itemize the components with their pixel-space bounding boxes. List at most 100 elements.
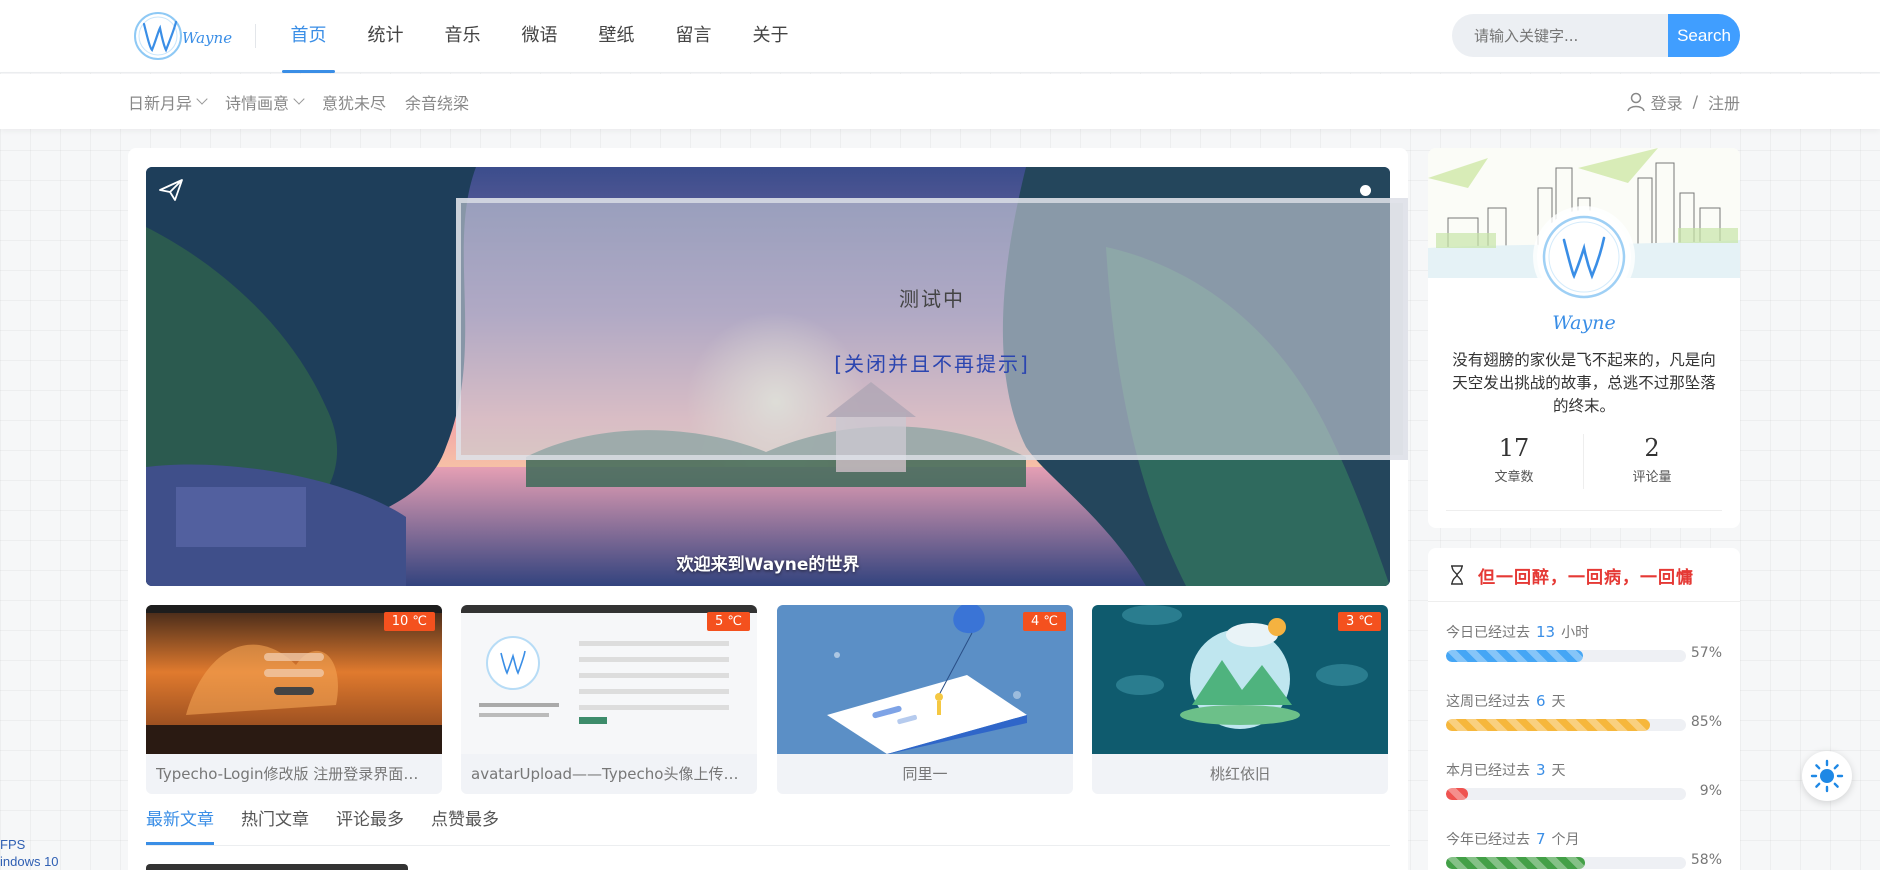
post-title: 同里一 (902, 765, 948, 783)
svg-text:Wayne: Wayne (182, 29, 232, 47)
time-prefix: 这周已经过去 (1446, 694, 1530, 710)
profile-name[interactable]: Wayne (1428, 312, 1740, 334)
notice-title: 测试中 (899, 287, 965, 311)
progress-bar-fill (1446, 788, 1468, 800)
nav-wallpaper[interactable]: 壁纸 (578, 0, 655, 73)
theme-toggle-button[interactable] (1802, 751, 1852, 801)
time-prefix: 今年已经过去 (1446, 832, 1530, 848)
stat-posts-label: 文章数 (1494, 470, 1534, 485)
time-value: 7 (1536, 830, 1546, 848)
chevron-down-icon (293, 93, 305, 105)
carousel-indicator-dot[interactable] (1360, 185, 1371, 196)
stat-comments-label: 评论量 (1632, 470, 1672, 485)
time-prefix: 本月已经过去 (1446, 763, 1530, 779)
stat-divider (1583, 434, 1584, 489)
tab-popular[interactable]: 热门文章 (241, 805, 309, 845)
search-button[interactable]: Search (1668, 14, 1740, 57)
post-thumbnail: 10 ℃ (146, 605, 442, 754)
stat-posts[interactable]: 17 文章数 (1449, 434, 1579, 485)
stat-posts-count: 17 (1498, 434, 1530, 462)
progress-bar-fill (1446, 719, 1650, 731)
login-link[interactable]: 登录 (1651, 90, 1683, 114)
category-yiyou[interactable]: 意犹未尽 (322, 90, 386, 114)
category-shiqing[interactable]: 诗情画意 (225, 90, 305, 114)
featured-post-card[interactable]: 10 ℃ Typecho-Login修改版 注册登录界面美化 (146, 605, 442, 794)
fps-label: FPS (0, 837, 26, 852)
os-label: indows 10 (0, 854, 59, 869)
time-progress-row: 本月已经过去 3 天 9% (1446, 760, 1722, 800)
post-list-thumbnail[interactable] (146, 864, 408, 870)
stat-comments-count: 2 (1644, 434, 1660, 462)
nav-stats[interactable]: 统计 (347, 0, 424, 73)
notice-overlay: 测试中 [关闭并且不再提示] (456, 198, 1408, 460)
featured-post-card[interactable]: 4 ℃ 同里一 (777, 605, 1073, 794)
tab-most-likes[interactable]: 点赞最多 (431, 805, 499, 845)
banner-caption: 欢迎来到Wayne的世界 (676, 555, 860, 575)
tab-most-comments[interactable]: 评论最多 (336, 805, 404, 845)
category-yuyin[interactable]: 余音绕梁 (405, 90, 469, 114)
time-card-title: 但一回醉，一回病，一回慵 (1478, 568, 1694, 588)
progress-bar (1446, 650, 1686, 662)
temperature-badge: 4 ℃ (1022, 612, 1066, 631)
tab-latest[interactable]: 最新文章 (146, 805, 214, 845)
tabs-divider (146, 845, 1390, 846)
time-progress-label: 这周已经过去 6 天 (1446, 691, 1722, 711)
featured-post-card[interactable]: 3 ℃ 桃红依旧 (1092, 605, 1388, 794)
progress-bar (1446, 857, 1686, 869)
search-box: Search (1452, 14, 1740, 57)
post-title: avatarUpload——Typecho头像上传插件 (471, 765, 747, 783)
avatar[interactable] (1537, 210, 1631, 304)
time-value: 3 (1536, 761, 1546, 779)
main-nav: 首页 统计 音乐 微语 壁纸 留言 关于 (270, 0, 809, 73)
paper-plane-icon[interactable] (158, 178, 184, 202)
category-label: 日新月异 (128, 93, 193, 113)
post-thumbnail: 4 ℃ (777, 605, 1073, 754)
chevron-down-icon (196, 93, 208, 105)
post-thumbnail: 5 ℃ (461, 605, 757, 754)
register-link[interactable]: 注册 (1708, 90, 1740, 114)
category-bar: 日新月异 诗情画意 意犹未尽 余音绕梁 登录 / 注册 (0, 74, 1880, 129)
time-value: 13 (1536, 623, 1556, 641)
time-value: 6 (1536, 692, 1546, 710)
nav-music[interactable]: 音乐 (424, 0, 501, 73)
hourglass-icon (1451, 565, 1463, 585)
progress-percent: 9% (1699, 783, 1722, 799)
time-prefix: 今日已经过去 (1446, 625, 1530, 641)
time-progress-row: 今年已经过去 7 个月 58% (1446, 829, 1722, 869)
time-unit: 个月 (1551, 832, 1580, 848)
notice-close-link[interactable]: [关闭并且不再提示] (461, 348, 1403, 377)
featured-post-card[interactable]: 5 ℃ avatarUpload——Typecho头像上传插件 (461, 605, 757, 794)
top-navbar: Wayne 首页 统计 音乐 微语 壁纸 留言 关于 Search (0, 0, 1880, 73)
progress-bar-fill (1446, 650, 1583, 662)
stat-comments[interactable]: 2 评论量 (1587, 434, 1717, 485)
profile-divider (1446, 510, 1722, 511)
progress-percent: 58% (1690, 852, 1722, 868)
user-icon (1626, 92, 1645, 111)
site-logo[interactable]: Wayne (132, 10, 234, 62)
nav-home[interactable]: 首页 (270, 0, 347, 73)
category-rixin[interactable]: 日新月异 (128, 90, 208, 114)
temperature-badge: 5 ℃ (706, 612, 750, 631)
logo-divider (255, 24, 256, 48)
progress-bar (1446, 719, 1686, 731)
user-links: 登录 / 注册 (1626, 74, 1740, 129)
nav-about[interactable]: 关于 (732, 0, 809, 73)
article-tabs: 最新文章 热门文章 评论最多 点赞最多 (146, 805, 526, 845)
progress-percent: 85% (1690, 714, 1722, 730)
category-label: 意犹未尽 (322, 93, 387, 113)
progress-bar-fill (1446, 857, 1586, 869)
time-progress-label: 今日已经过去 13 小时 (1446, 622, 1722, 642)
post-thumbnail: 3 ℃ (1092, 605, 1388, 754)
progress-bar (1446, 788, 1686, 800)
profile-bio: 没有翅膀的家伙是飞不起来的，凡是向天空发出挑战的故事，总逃不过那坠落的终末。 (1452, 351, 1716, 415)
time-progress-row: 这周已经过去 6 天 85% (1446, 691, 1722, 731)
post-title: Typecho-Login修改版 注册登录界面美化 (156, 765, 432, 783)
time-unit: 天 (1551, 694, 1566, 710)
temperature-badge: 3 ℃ (1337, 612, 1381, 631)
category-nav: 日新月异 诗情画意 意犹未尽 余音绕梁 (128, 74, 488, 129)
nav-whisper[interactable]: 微语 (501, 0, 578, 73)
search-input[interactable] (1452, 14, 1668, 57)
time-progress-row: 今日已经过去 13 小时 57% (1446, 622, 1722, 662)
nav-guestbook[interactable]: 留言 (655, 0, 732, 73)
time-unit: 小时 (1561, 625, 1590, 641)
